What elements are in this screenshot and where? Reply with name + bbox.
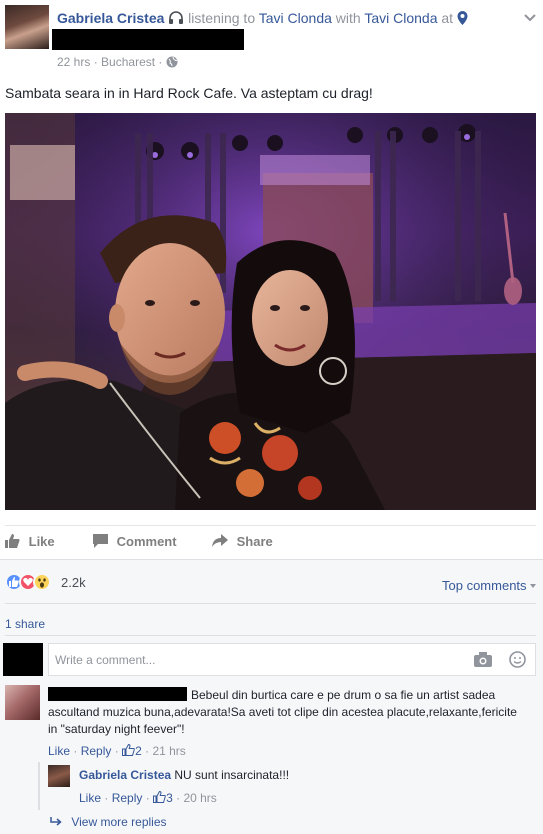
tagged-person-link[interactable]: Tavi Clonda <box>364 10 437 26</box>
post-meta: 22 hrs · Bucharest · <box>57 55 178 71</box>
reply-likes[interactable]: 3 <box>153 790 176 805</box>
commenter-avatar[interactable] <box>5 685 40 720</box>
reply-like-button[interactable]: Like <box>79 791 101 805</box>
author-avatar[interactable] <box>5 5 49 49</box>
globe-icon <box>166 56 178 71</box>
author-name[interactable]: Gabriela Cristea <box>57 10 164 26</box>
reply-thread-line <box>38 762 40 810</box>
reply-body: Gabriela Cristea NU sunt insarcinata!!! <box>79 768 289 782</box>
thumbs-up-outline-icon <box>153 790 166 803</box>
post-location[interactable]: Bucharest <box>101 55 155 69</box>
comment-input-placeholder: Write a comment... <box>55 653 156 667</box>
wow-reaction-icon <box>33 573 51 591</box>
location-pin-icon <box>457 11 468 28</box>
divider <box>5 525 536 526</box>
post-header: Gabriela Cristea listening to Tavi Clond… <box>57 10 537 28</box>
like-button[interactable]: Like <box>5 534 55 549</box>
reply-arrow-icon <box>50 817 62 826</box>
action-bar: Like Comment Share <box>5 534 536 554</box>
activity-prefix: listening to <box>188 10 256 26</box>
divider <box>5 635 536 636</box>
reaction-icons[interactable] <box>5 573 57 591</box>
post-menu-chevron-icon[interactable] <box>524 10 536 22</box>
at-text: at <box>441 10 454 26</box>
comment-text: Bebeul din burtica care e pe drum o sa f… <box>48 688 517 736</box>
share-button[interactable]: Share <box>212 534 273 549</box>
reply-author-name[interactable]: Gabriela Cristea <box>79 768 171 782</box>
comment-input[interactable]: Write a comment... <box>48 643 536 676</box>
photo-scene <box>5 113 536 510</box>
view-more-replies-link[interactable]: View more replies <box>50 815 167 829</box>
reaction-count[interactable]: 2.2k <box>61 575 86 590</box>
comment-like-button[interactable]: Like <box>48 744 70 758</box>
song-link[interactable]: Tavi Clonda <box>259 10 332 26</box>
share-icon <box>212 534 228 547</box>
reply-time[interactable]: 20 hrs <box>183 791 216 805</box>
comment-icon <box>93 534 108 548</box>
with-text: with <box>335 10 361 26</box>
caret-down-icon <box>530 576 537 591</box>
reply-author-avatar[interactable] <box>48 765 70 787</box>
comment-actions: Like · Reply · 2 · 21 hrs <box>48 743 186 758</box>
reply-reply-button[interactable]: Reply <box>112 791 143 805</box>
shares-count[interactable]: 1 share <box>5 617 45 631</box>
comment-likes[interactable]: 2 <box>122 743 145 758</box>
divider <box>5 603 536 604</box>
comment-reply-button[interactable]: Reply <box>81 744 112 758</box>
top-comments-dropdown[interactable]: Top comments <box>442 576 537 593</box>
camera-icon[interactable] <box>474 652 492 670</box>
reply-text: NU sunt insarcinata!!! <box>174 768 290 782</box>
post-text: Sambata seara in in Hard Rock Cafe. Va a… <box>5 85 373 101</box>
redacted-location <box>52 29 244 50</box>
thumbs-up-icon <box>5 534 20 548</box>
comment-button[interactable]: Comment <box>93 534 177 549</box>
post-time[interactable]: 22 hrs <box>57 55 90 69</box>
divider <box>0 559 543 560</box>
post-photo[interactable] <box>5 113 536 510</box>
reply-actions: Like · Reply · 3 · 20 hrs <box>79 790 217 805</box>
thumbs-up-outline-icon <box>122 743 135 756</box>
headphones-icon <box>168 11 184 28</box>
comment-time[interactable]: 21 hrs <box>152 744 185 758</box>
composer-avatar <box>3 643 43 676</box>
emoji-icon[interactable] <box>509 651 526 671</box>
